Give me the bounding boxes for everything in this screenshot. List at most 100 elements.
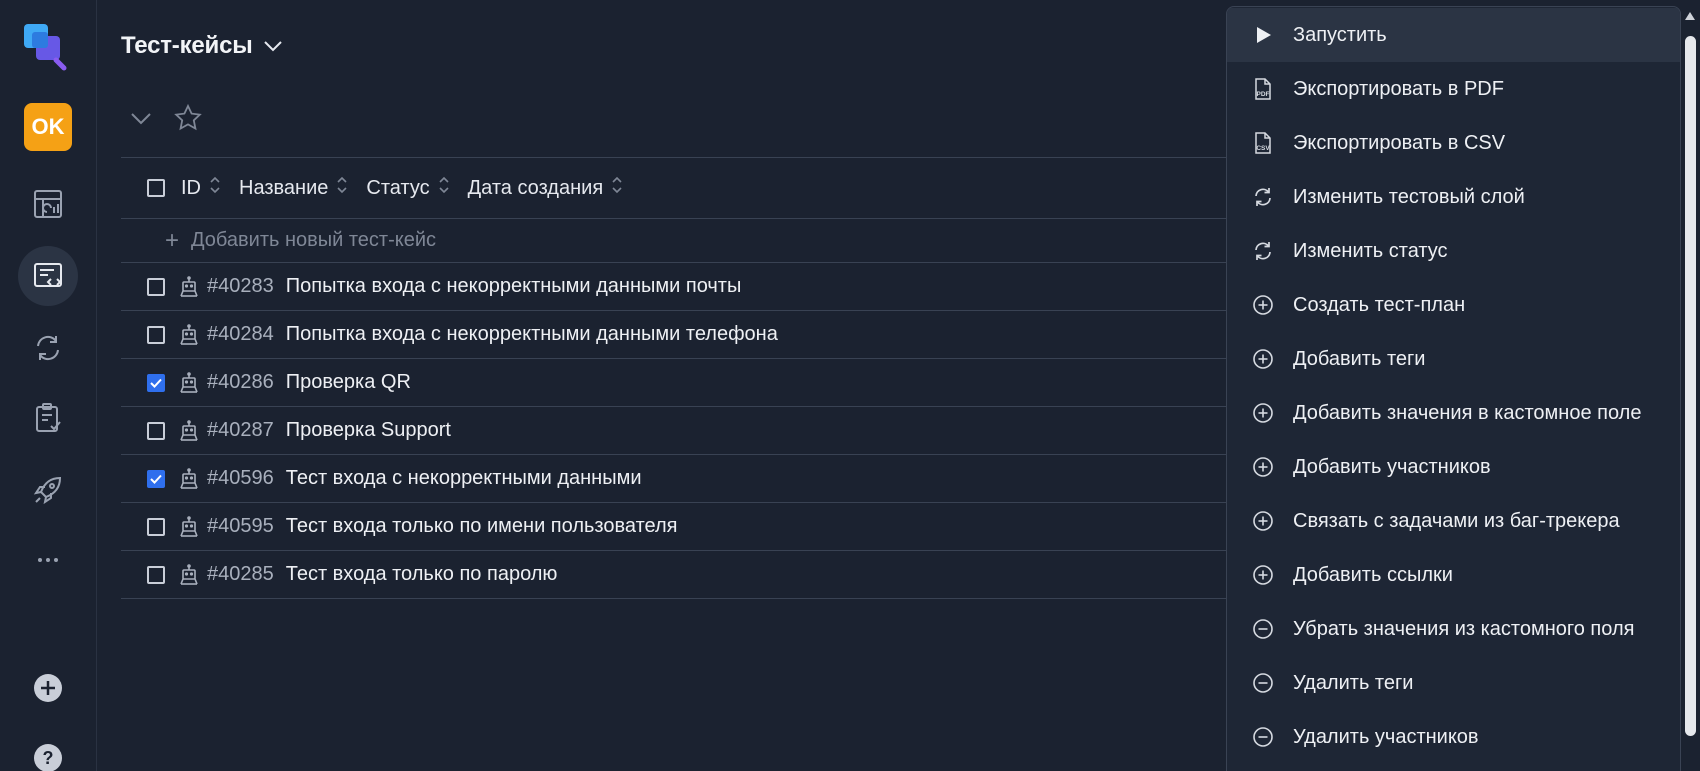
table-header: ID Название Статус Дата создания bbox=[121, 157, 1231, 219]
add-test-case-button[interactable]: + Добавить новый тест-кейс bbox=[121, 219, 1231, 263]
test-case-id: #40287 bbox=[207, 419, 274, 441]
automated-test-icon bbox=[179, 467, 199, 490]
menu-item-label: Добавить участников bbox=[1293, 455, 1491, 478]
menu-item-label: Экспортировать в CSV bbox=[1293, 131, 1506, 154]
menu-item-label: Связать с задачами из баг-трекера bbox=[1293, 509, 1620, 532]
column-name[interactable]: Название bbox=[239, 175, 348, 201]
test-case-name[interactable]: Проверка Support bbox=[286, 419, 451, 442]
table-row[interactable]: #40284 Попытка входа с некорректными данн… bbox=[121, 311, 1231, 359]
star-icon[interactable] bbox=[174, 103, 202, 136]
automated-test-icon bbox=[179, 515, 199, 538]
plus-icon: + bbox=[165, 226, 180, 254]
test-case-id: #40596 bbox=[207, 467, 274, 489]
column-label: ID bbox=[181, 176, 201, 199]
minus-circle-icon bbox=[1251, 725, 1275, 749]
test-case-id: #40286 bbox=[207, 371, 274, 393]
dashboard-icon[interactable] bbox=[18, 174, 78, 234]
column-status[interactable]: Статус bbox=[366, 175, 449, 201]
page-title-dropdown[interactable]: Тест-кейсы bbox=[121, 32, 283, 60]
test-case-id: #40284 bbox=[207, 323, 274, 345]
plus-circle-icon bbox=[1251, 293, 1275, 317]
refresh-icon bbox=[1251, 239, 1275, 263]
menu-item[interactable]: Добавить значения в кастомное поле bbox=[1227, 386, 1680, 440]
rocket-icon[interactable] bbox=[18, 460, 78, 520]
table-row[interactable]: #40286 Проверка QR bbox=[121, 359, 1231, 407]
help-icon[interactable]: ? bbox=[18, 728, 78, 771]
test-case-name[interactable]: Тест входа только по паролю bbox=[286, 563, 558, 586]
table-body: #40283 Попытка входа с некорректными данн… bbox=[121, 263, 1231, 599]
menu-item-label: Убрать значения из кастомного поля bbox=[1293, 617, 1635, 640]
test-case-name[interactable]: Попытка входа с некорректными данными те… bbox=[286, 323, 778, 346]
test-case-name[interactable]: Попытка входа с некорректными данными по… bbox=[286, 275, 742, 298]
menu-item-label: Запустить bbox=[1293, 23, 1387, 46]
sort-icon bbox=[438, 175, 450, 201]
row-checkbox[interactable] bbox=[147, 517, 165, 536]
row-checkbox[interactable] bbox=[147, 469, 165, 488]
menu-item[interactable]: Удалить теги bbox=[1227, 656, 1680, 710]
table-row[interactable]: #40287 Проверка Support bbox=[121, 407, 1231, 455]
automated-test-icon bbox=[179, 563, 199, 586]
more-icon[interactable] bbox=[18, 530, 78, 590]
sync-icon[interactable] bbox=[18, 318, 78, 378]
menu-item-label: Экспортировать в PDF bbox=[1293, 77, 1504, 100]
row-checkbox[interactable] bbox=[147, 325, 165, 344]
menu-item[interactable]: Изменить тестовый слой bbox=[1227, 170, 1680, 224]
test-case-id: #40595 bbox=[207, 515, 274, 537]
app-logo-icon[interactable] bbox=[22, 22, 74, 74]
plus-circle-icon bbox=[1251, 509, 1275, 533]
menu-item[interactable]: Запустить bbox=[1227, 8, 1680, 62]
page-title: Тест-кейсы bbox=[121, 32, 253, 59]
menu-item[interactable]: PDF Экспортировать в PDF bbox=[1227, 62, 1680, 116]
plus-circle-icon bbox=[1251, 455, 1275, 479]
menu-item[interactable]: Убрать значения из кастомного поля bbox=[1227, 602, 1680, 656]
menu-item[interactable]: CSV Экспортировать в CSV bbox=[1227, 116, 1680, 170]
menu-item-label: Добавить значения в кастомное поле bbox=[1293, 401, 1642, 424]
menu-item[interactable]: Удалить участников bbox=[1227, 710, 1680, 764]
collapse-chevron-icon[interactable] bbox=[130, 111, 152, 130]
row-checkbox[interactable] bbox=[147, 565, 165, 584]
automated-test-icon bbox=[179, 371, 199, 394]
menu-item[interactable]: Изменить статус bbox=[1227, 224, 1680, 278]
scroll-thumb[interactable] bbox=[1685, 36, 1696, 736]
row-checkbox[interactable] bbox=[147, 421, 165, 440]
column-label: Статус bbox=[366, 176, 430, 199]
menu-item[interactable]: Добавить теги bbox=[1227, 332, 1680, 386]
pdf-file-icon: PDF bbox=[1251, 77, 1275, 101]
menu-item-label: Создать тест-план bbox=[1293, 293, 1466, 316]
add-test-case-label: Добавить новый тест-кейс bbox=[191, 229, 437, 251]
minus-circle-icon bbox=[1251, 671, 1275, 695]
add-circle-icon[interactable] bbox=[18, 658, 78, 718]
sidebar: OK ? bbox=[0, 0, 97, 771]
svg-text:CSV: CSV bbox=[1256, 145, 1270, 152]
menu-item[interactable]: Добавить участников bbox=[1227, 440, 1680, 494]
menu-item[interactable]: Связать с задачами из баг-трекера bbox=[1227, 494, 1680, 548]
row-checkbox[interactable] bbox=[147, 277, 165, 296]
menu-scrollbar[interactable] bbox=[1681, 6, 1700, 771]
table-row[interactable]: #40283 Попытка входа с некорректными данн… bbox=[121, 263, 1231, 311]
select-all-checkbox[interactable] bbox=[147, 179, 165, 197]
plus-circle-icon bbox=[1251, 401, 1275, 425]
column-created-date[interactable]: Дата создания bbox=[468, 175, 624, 201]
menu-item-label: Изменить тестовый слой bbox=[1293, 185, 1525, 208]
table-row[interactable]: #40596 Тест входа с некорректными данными bbox=[121, 455, 1231, 503]
menu-item[interactable]: Создать тест-план bbox=[1227, 278, 1680, 332]
column-label: Название bbox=[239, 176, 329, 199]
minus-circle-icon bbox=[1251, 617, 1275, 641]
plus-circle-icon bbox=[1251, 563, 1275, 587]
table-row[interactable]: #40595 Тест входа только по имени пользов… bbox=[121, 503, 1231, 551]
menu-item-label: Добавить ссылки bbox=[1293, 563, 1453, 586]
svg-text:PDF: PDF bbox=[1257, 91, 1270, 98]
svg-text:?: ? bbox=[43, 748, 54, 768]
scroll-up-arrow-icon[interactable] bbox=[1685, 12, 1695, 20]
test-case-name[interactable]: Проверка QR bbox=[286, 371, 411, 394]
table-row[interactable]: #40285 Тест входа только по паролю bbox=[121, 551, 1231, 599]
test-cases-icon[interactable] bbox=[18, 246, 78, 306]
clipboard-check-icon[interactable] bbox=[18, 388, 78, 448]
test-case-name[interactable]: Тест входа только по имени пользователя bbox=[286, 515, 678, 538]
row-checkbox[interactable] bbox=[147, 373, 165, 392]
plus-circle-icon bbox=[1251, 347, 1275, 371]
column-id[interactable]: ID bbox=[181, 175, 221, 201]
test-case-name[interactable]: Тест входа с некорректными данными bbox=[286, 467, 642, 490]
project-badge[interactable]: OK bbox=[24, 103, 72, 151]
menu-item[interactable]: Добавить ссылки bbox=[1227, 548, 1680, 602]
